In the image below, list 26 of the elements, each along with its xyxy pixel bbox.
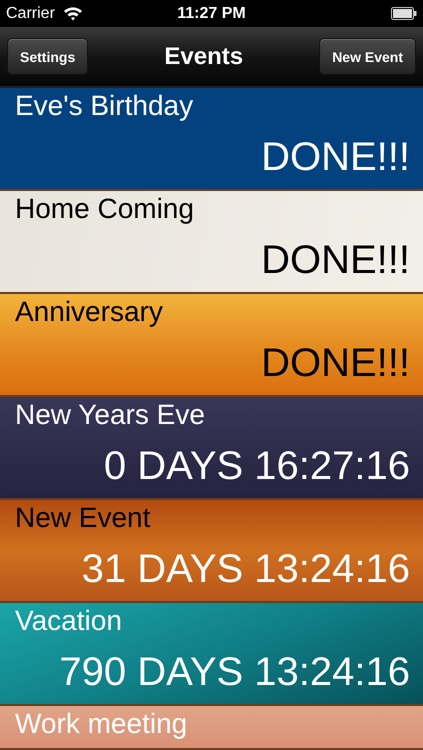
countdown-text: 790 DAYS 13:24:16: [59, 649, 410, 696]
countdown-text: 0 DAYS 16:27:16: [104, 443, 410, 490]
new-event-button[interactable]: New Event: [319, 38, 416, 76]
event-title: Vacation: [15, 604, 122, 638]
event-title: Work meeting: [15, 707, 188, 741]
battery-icon: [391, 7, 417, 20]
event-title: Anniversary: [15, 295, 163, 329]
event-row[interactable]: Vacation 790 DAYS 13:24:16: [0, 603, 423, 706]
event-row[interactable]: Eve's Birthday DONE!!!: [0, 88, 423, 191]
countdown-text: DONE!!!: [261, 237, 410, 284]
screen-title: Events: [164, 42, 244, 71]
carrier-name: Carrier: [6, 4, 55, 23]
event-row[interactable]: Anniversary DONE!!!: [0, 294, 423, 397]
countdown-text: 31 DAYS 13:24:16: [82, 546, 410, 593]
countdown-text: DONE!!!: [261, 340, 410, 387]
wifi-icon: [62, 6, 83, 22]
event-row[interactable]: New Event 31 DAYS 13:24:16: [0, 500, 423, 603]
event-row[interactable]: Home Coming DONE!!!: [0, 191, 423, 294]
event-row[interactable]: New Years Eve 0 DAYS 16:27:16: [0, 397, 423, 500]
event-title: New Event: [15, 501, 150, 535]
clock-time: 11:27 PM: [176, 4, 247, 23]
event-title: New Years Eve: [15, 398, 205, 432]
countdown-text: DONE!!!: [261, 134, 410, 181]
event-title: Eve's Birthday: [15, 89, 194, 123]
event-title: Home Coming: [15, 192, 194, 226]
settings-button[interactable]: Settings: [7, 38, 88, 76]
